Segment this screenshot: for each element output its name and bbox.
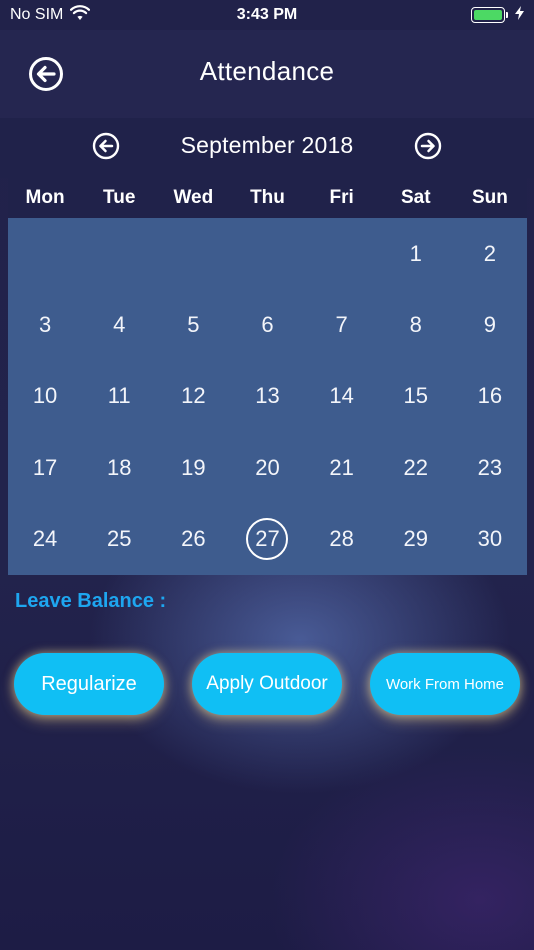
month-label: September 2018 [180,132,354,158]
day-number: 27 [246,518,289,561]
day-number: 10 [32,383,58,409]
work-from-home-button[interactable]: Work From Home [370,653,520,715]
calendar-day[interactable]: 2 [453,218,527,289]
calendar-day[interactable]: 21 [305,432,379,503]
battery-icon [471,7,508,23]
calendar-day[interactable]: 25 [82,504,156,575]
calendar-grid: 1 2 3 4 5 6 7 8 9 10 11 12 13 14 15 16 1… [8,218,527,575]
weekday-label: Sat [400,187,431,208]
day-number: 21 [329,454,354,480]
page-title: Attendance [199,56,335,86]
app-header: Attendance [0,30,534,118]
weekday-header: Mon Tue Wed Thu Fri Sat Sun [8,178,527,218]
calendar-day[interactable]: 24 [8,504,82,575]
arrow-right-circle-icon [414,132,442,164]
weekday-label: Sun [471,187,508,208]
calendar-day[interactable]: 7 [305,289,379,360]
day-number: 29 [403,526,428,552]
calendar-day[interactable]: 30 [453,504,527,575]
weekday-label: Wed [173,187,214,208]
leave-balance-label: Leave Balance : [15,590,167,612]
calendar-day[interactable]: 26 [156,504,230,575]
calendar-day[interactable]: 1 [379,218,453,289]
weekday-label: Thu [250,187,285,208]
calendar-empty-cell [82,218,156,289]
day-number: 9 [483,312,497,338]
day-number: 22 [403,454,428,480]
wifi-icon [70,4,91,26]
day-number: 4 [113,312,126,338]
month-navigator: September 2018 [0,118,534,178]
day-number: 18 [106,454,132,480]
day-number: 7 [335,312,348,338]
apply-outdoor-button[interactable]: Apply Outdoor [192,653,342,715]
calendar-day[interactable]: 8 [379,289,453,360]
day-number: 30 [477,526,503,552]
battery-fill [474,10,502,20]
calendar-day[interactable]: 13 [230,361,304,432]
day-number: 23 [477,454,503,480]
day-number: 20 [255,454,280,480]
weekday-label: Tue [103,187,136,208]
charging-bolt-icon [515,5,524,25]
regularize-button[interactable]: Regularize [14,653,164,715]
day-number: 11 [107,383,131,409]
day-number: 13 [255,383,280,409]
calendar-day[interactable]: 10 [8,361,82,432]
calendar-day[interactable]: 29 [379,504,453,575]
calendar-day[interactable]: 12 [156,361,230,432]
calendar-day[interactable]: 5 [156,289,230,360]
calendar-day[interactable]: 17 [8,432,82,503]
day-number: 17 [32,454,58,480]
calendar-day[interactable]: 14 [305,361,379,432]
calendar-day[interactable]: 9 [453,289,527,360]
status-left: No SIM [10,4,91,26]
day-number: 26 [181,526,206,552]
calendar-day[interactable]: 4 [82,289,156,360]
day-number: 19 [181,454,206,480]
day-number: 16 [477,383,503,409]
calendar-day[interactable]: 28 [305,504,379,575]
calendar-empty-cell [156,218,230,289]
calendar-day[interactable]: 3 [8,289,82,360]
action-buttons: Regularize Apply Outdoor Work From Home [0,653,534,715]
calendar-day[interactable]: 18 [82,432,156,503]
day-number: 14 [329,383,354,409]
calendar-day[interactable]: 19 [156,432,230,503]
day-number: 5 [187,312,200,338]
calendar-day[interactable]: 16 [453,361,527,432]
calendar-day[interactable]: 6 [230,289,304,360]
day-number: 8 [409,312,422,338]
calendar-empty-cell [8,218,82,289]
day-number: 25 [106,526,132,552]
calendar-day[interactable]: 20 [230,432,304,503]
calendar-empty-cell [230,218,304,289]
calendar-day[interactable]: 22 [379,432,453,503]
day-number: 1 [409,240,422,266]
calendar-day-selected[interactable]: 27 [230,504,304,575]
weekday-label: Fri [329,187,354,208]
calendar-empty-cell [305,218,379,289]
day-number: 2 [483,240,497,266]
carrier-label: No SIM [10,6,64,23]
day-number: 6 [261,312,274,338]
calendar-day[interactable]: 11 [82,361,156,432]
weekday-label: Mon [25,187,65,208]
status-bar: No SIM 3:43 PM [0,0,534,30]
next-month-button[interactable] [414,132,442,160]
day-number: 3 [38,312,52,338]
status-right [471,5,524,25]
day-number: 24 [32,526,58,552]
day-number: 15 [403,383,428,409]
calendar-day[interactable]: 23 [453,432,527,503]
calendar-day[interactable]: 15 [379,361,453,432]
day-number: 28 [329,526,354,552]
day-number: 12 [181,383,206,409]
